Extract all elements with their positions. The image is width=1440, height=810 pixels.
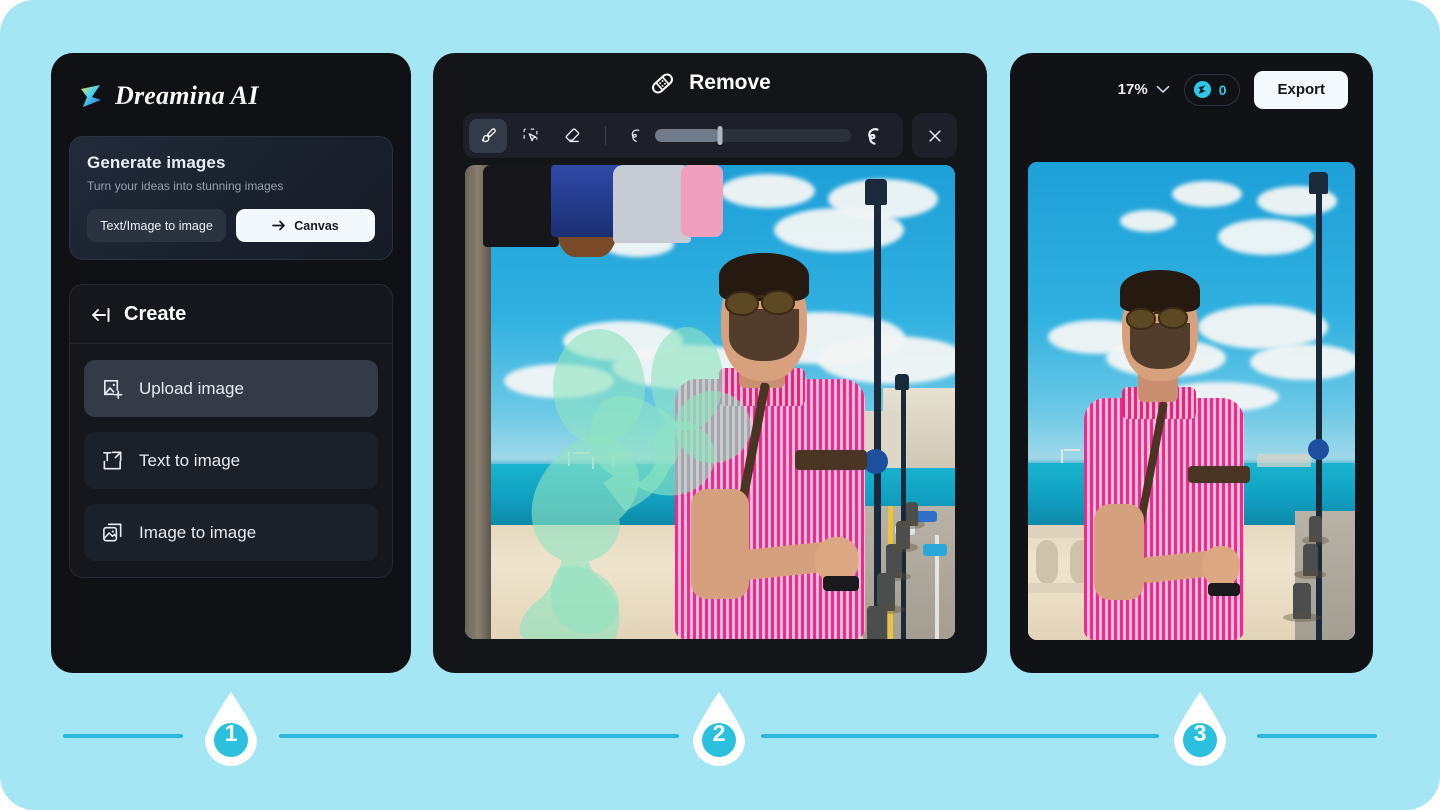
brand-logo[interactable]: Dreamina AI bbox=[51, 53, 411, 111]
image-to-image-icon bbox=[101, 521, 124, 544]
lasso-select-icon bbox=[521, 126, 540, 145]
dreamina-logo-icon bbox=[76, 81, 106, 111]
step-connector-line bbox=[279, 734, 679, 738]
select-tool[interactable] bbox=[511, 119, 549, 153]
generate-card-title: Generate images bbox=[87, 153, 226, 172]
generate-card-buttons: Text/Image to image Canvas bbox=[87, 209, 375, 242]
create-item-list: Upload image Text to image Image to imag… bbox=[70, 344, 392, 577]
result-canvas-image[interactable] bbox=[1028, 162, 1355, 640]
collapse-left-icon[interactable] bbox=[90, 306, 112, 324]
result-photo bbox=[1028, 162, 1355, 640]
credit-balance-badge[interactable]: 0 bbox=[1183, 73, 1241, 106]
baluster bbox=[1036, 539, 1058, 584]
step-marker-2[interactable]: 2 bbox=[690, 690, 748, 766]
close-icon bbox=[926, 127, 944, 145]
large-stroke-icon[interactable] bbox=[861, 125, 883, 147]
result-toolbar: 17% 0 Export bbox=[1010, 53, 1373, 126]
generate-images-card: Generate images Turn your ideas into stu… bbox=[69, 136, 393, 260]
step-connector-line bbox=[761, 734, 1159, 738]
remove-canvas-image[interactable] bbox=[465, 165, 955, 639]
brush-size-slider[interactable] bbox=[655, 126, 851, 145]
crane bbox=[592, 456, 595, 469]
step-connector-line bbox=[63, 734, 183, 738]
bollard bbox=[1302, 515, 1330, 545]
create-item-label: Text to image bbox=[139, 450, 241, 470]
main-subject bbox=[675, 246, 907, 639]
export-button[interactable]: Export bbox=[1254, 70, 1348, 109]
close-remove-tool-button[interactable] bbox=[912, 113, 957, 158]
lamp-globe bbox=[1307, 439, 1329, 461]
create-item-label: Upload image bbox=[139, 378, 244, 398]
remove-tool-title: Remove bbox=[689, 71, 771, 94]
cloud bbox=[1171, 181, 1242, 208]
left-panel: Dreamina AI Generate images Turn your id… bbox=[51, 53, 411, 673]
credit-coin-icon bbox=[1193, 80, 1212, 99]
create-panel: Create Upload image Text to image Image … bbox=[69, 284, 393, 578]
crane bbox=[1060, 448, 1063, 463]
bandage-icon bbox=[649, 70, 676, 97]
bollard bbox=[899, 501, 925, 529]
text-to-image-icon bbox=[101, 449, 124, 472]
crane bbox=[572, 451, 590, 454]
step-connector-line bbox=[1257, 734, 1377, 738]
screenshot-root: Dreamina AI Generate images Turn your id… bbox=[0, 0, 1440, 810]
create-panel-title: Create bbox=[124, 303, 187, 325]
eraser-tool[interactable] bbox=[553, 119, 591, 153]
export-label: Export bbox=[1277, 81, 1325, 98]
brush-size-slider-thumb[interactable] bbox=[717, 126, 723, 145]
create-item-image-to-image[interactable]: Image to image bbox=[84, 504, 378, 561]
text-image-to-image-label: Text/Image to image bbox=[100, 218, 213, 233]
lamp-head bbox=[1309, 171, 1329, 194]
zoom-control[interactable]: 17% bbox=[1118, 81, 1170, 98]
brush-tool[interactable] bbox=[469, 118, 507, 153]
text-image-to-image-button[interactable]: Text/Image to image bbox=[87, 209, 226, 242]
main-subject bbox=[1084, 262, 1297, 640]
canvas-label: Canvas bbox=[294, 218, 339, 233]
edit-toolbar-row bbox=[433, 113, 987, 158]
cloud bbox=[1119, 209, 1176, 232]
cloud bbox=[1217, 219, 1314, 256]
upload-image-icon bbox=[101, 377, 124, 400]
crane bbox=[612, 454, 614, 468]
step-marker-3[interactable]: 3 bbox=[1171, 690, 1229, 766]
create-panel-header: Create bbox=[70, 285, 392, 344]
chevron-down-icon bbox=[1156, 85, 1170, 94]
generate-card-subtitle: Turn your ideas into stunning images bbox=[87, 179, 284, 193]
edit-toolbar bbox=[463, 113, 903, 158]
step-marker-1[interactable]: 1 bbox=[202, 690, 260, 766]
remove-tool-header: Remove bbox=[433, 53, 987, 113]
car bbox=[923, 544, 947, 557]
brush-size-slider-group bbox=[620, 125, 889, 147]
bollard bbox=[1294, 544, 1326, 580]
arrow-right-icon bbox=[272, 219, 287, 232]
step-indicator-strip: 1 2 3 bbox=[0, 690, 1440, 780]
create-item-text-to-image[interactable]: Text to image bbox=[84, 432, 378, 489]
crane bbox=[1063, 448, 1080, 451]
credit-count: 0 bbox=[1218, 81, 1227, 98]
toolbar-divider bbox=[605, 126, 606, 145]
zoom-level-value: 17% bbox=[1117, 81, 1148, 98]
crane bbox=[616, 454, 631, 457]
brush-size-slider-fill bbox=[655, 129, 720, 142]
source-photo bbox=[465, 165, 955, 639]
brand-name: Dreamina AI bbox=[115, 81, 259, 110]
create-item-upload-image[interactable]: Upload image bbox=[84, 360, 378, 417]
eraser-icon bbox=[563, 126, 582, 145]
create-item-label: Image to image bbox=[139, 522, 257, 542]
brush-icon bbox=[479, 126, 498, 145]
cloud bbox=[504, 364, 615, 399]
crane bbox=[567, 451, 570, 466]
lamp-head bbox=[864, 179, 887, 206]
small-stroke-icon[interactable] bbox=[626, 126, 645, 145]
canvas-button[interactable]: Canvas bbox=[236, 209, 375, 242]
